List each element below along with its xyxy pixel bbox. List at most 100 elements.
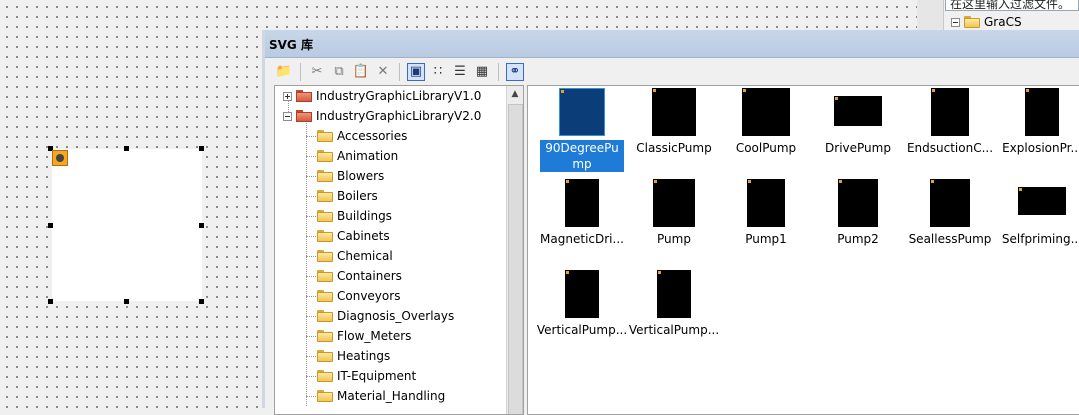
svg-library-window: SVG 库 📁 ✂ ⧉ 📋 ✕ ▣ ∷ ☰ ▦ ⚭ IndustryGraphi… — [262, 30, 1079, 415]
new-folder-icon[interactable]: 📁 — [275, 63, 293, 81]
folder-icon — [317, 330, 333, 342]
svg-thumbnail — [559, 88, 605, 136]
resize-handle-bottom[interactable] — [124, 299, 129, 304]
tree-connector — [306, 296, 316, 297]
svg-item[interactable]: Pump2 — [814, 177, 902, 267]
svg-item-grid: 90DegreePump ClassicPump CoolPump DriveP… — [527, 85, 1079, 415]
resize-handle-bottom-right[interactable] — [199, 299, 204, 304]
copy-icon[interactable]: ⧉ — [330, 63, 348, 81]
svg-item[interactable]: 90DegreePump — [538, 86, 626, 176]
resize-handle-left[interactable] — [48, 223, 53, 228]
expand-icon[interactable] — [283, 91, 292, 101]
tree-item[interactable]: Heatings — [317, 346, 390, 366]
tree-item[interactable]: Diagnosis_Overlays — [317, 306, 454, 326]
resize-handle-bottom-left[interactable] — [48, 299, 53, 304]
tree-item[interactable]: Chemical — [317, 246, 393, 266]
tree-connector — [306, 356, 316, 357]
svg-item-label: DrivePump — [825, 141, 891, 155]
svg-item[interactable]: VerticalPump... — [537, 268, 627, 358]
svg-thumbnail — [747, 179, 785, 227]
paste-icon[interactable]: 📋 — [352, 63, 370, 81]
svg-thumbnail — [838, 179, 878, 227]
tree-connector — [306, 116, 307, 406]
resize-handle-top[interactable] — [124, 146, 129, 151]
tree-item[interactable]: Flow_Meters — [317, 326, 411, 346]
svg-item[interactable]: Pump — [630, 177, 718, 267]
list-view-icon[interactable]: ☰ — [451, 63, 469, 81]
svg-item-label: Pump1 — [745, 232, 787, 246]
svg-item-label: ExplosionPr... — [1002, 141, 1079, 155]
small-icons-view-icon[interactable]: ∷ — [429, 63, 447, 81]
delete-icon[interactable]: ✕ — [374, 63, 392, 81]
scroll-up-icon[interactable]: ▲ — [507, 86, 523, 103]
tree-item[interactable]: Boilers — [317, 186, 378, 206]
collapse-icon[interactable] — [283, 111, 292, 121]
svg-item[interactable]: Selfpriming... — [998, 177, 1079, 267]
window-titlebar[interactable]: SVG 库 — [265, 30, 1079, 58]
preview-icon[interactable]: ⚭ — [506, 62, 524, 81]
tree-item[interactable]: Buildings — [317, 206, 392, 226]
tree-item[interactable]: IT-Equipment — [317, 366, 416, 386]
svg-item-label: CoolPump — [735, 141, 797, 155]
tree-item[interactable]: Accessories — [317, 126, 407, 146]
tree-connector — [306, 216, 316, 217]
selected-canvas-object[interactable] — [52, 149, 202, 301]
tree-item-label: IT-Equipment — [337, 369, 417, 383]
collapse-icon[interactable] — [951, 17, 960, 27]
tree-connector — [306, 376, 316, 377]
details-view-icon[interactable]: ▦ — [473, 63, 491, 81]
tree-item-label: Chemical — [337, 249, 393, 263]
svg-item[interactable]: ClassicPump — [630, 86, 718, 176]
tree-root-label: IndustryGraphicLibraryV1.0 — [316, 89, 482, 103]
tree-scrollbar[interactable]: ▲ — [506, 86, 523, 414]
svg-item[interactable]: Pump1 — [722, 177, 810, 267]
tree-item-label: Cabinets — [337, 229, 390, 243]
svg-item-label: EndsuctionC... — [906, 141, 994, 155]
svg-thumbnail — [652, 88, 696, 136]
tree-item[interactable]: Animation — [317, 146, 398, 166]
window-title: SVG 库 — [269, 38, 313, 52]
cut-icon[interactable]: ✂ — [308, 63, 326, 81]
library-folder-icon — [296, 90, 312, 102]
svg-thumbnail — [1018, 187, 1066, 215]
svg-item-label: ClassicPump — [636, 141, 712, 155]
tree-item-label: Heatings — [337, 349, 391, 363]
svg-thumbnail — [657, 270, 691, 318]
toolbar-separator — [300, 62, 301, 81]
tree-item[interactable]: Blowers — [317, 166, 384, 186]
svg-item[interactable]: DrivePump — [814, 86, 902, 176]
tree-connector — [306, 336, 316, 337]
tree-item[interactable]: Conveyors — [317, 286, 400, 306]
folder-icon — [317, 150, 333, 162]
svg-item[interactable]: ExplosionPr... — [998, 86, 1079, 176]
tree-connector — [306, 256, 316, 257]
svg-item-label: VerticalPump... — [536, 323, 628, 337]
svg-item[interactable]: SeallessPump — [906, 177, 994, 267]
svg-thumbnail — [834, 96, 882, 126]
svg-item[interactable]: EndsuctionC... — [906, 86, 994, 176]
panel-gutter — [917, 0, 944, 30]
folder-icon — [317, 170, 333, 182]
resize-handle-top-right[interactable] — [199, 146, 204, 151]
scrollbar-thumb[interactable] — [508, 104, 523, 414]
svg-item[interactable]: CoolPump — [722, 86, 810, 176]
tree-root-v1[interactable]: IndustryGraphicLibraryV1.0 — [283, 86, 481, 106]
folder-icon — [964, 16, 980, 28]
tree-connector — [306, 276, 316, 277]
svg-thumbnail — [930, 179, 970, 227]
tree-item[interactable]: Material_Handling — [317, 386, 445, 406]
tree-connector — [306, 196, 316, 197]
svg-item-label: MagneticDri... — [540, 232, 624, 246]
tree-connector — [306, 396, 316, 397]
tree-item[interactable]: Containers — [317, 266, 402, 286]
tree-connector — [306, 136, 316, 137]
svg-item[interactable]: MagneticDri... — [538, 177, 626, 267]
tree-root-v2[interactable]: IndustryGraphicLibraryV2.0 — [283, 106, 481, 126]
svg-item[interactable]: VerticalPump... — [629, 268, 719, 358]
resize-handle-right[interactable] — [199, 223, 204, 228]
large-icons-view-icon[interactable]: ▣ — [407, 62, 425, 81]
tree-item[interactable]: Cabinets — [317, 226, 390, 246]
filter-input[interactable]: 在这里输入过滤文件。 — [945, 0, 1079, 11]
folder-icon — [317, 230, 333, 242]
tree-node-gracs[interactable]: GraCS — [951, 14, 1022, 30]
